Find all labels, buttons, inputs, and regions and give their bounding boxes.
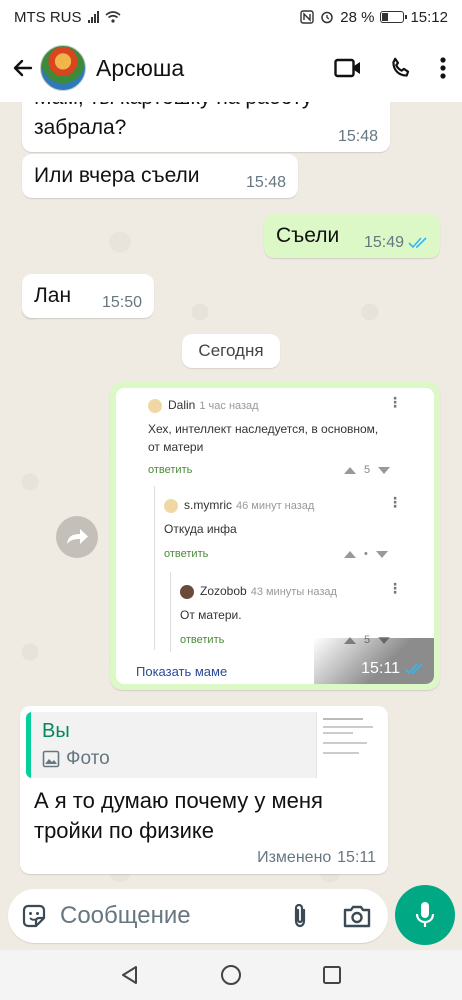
comment-kebab-icon: ⋮ [388, 580, 402, 596]
comment-screenshot-image[interactable]: Dalin 1 час назад ⋮ Хех, интеллект наслед… [116, 388, 434, 684]
phone-call-icon[interactable] [388, 55, 414, 81]
message-time: 15:48 [337, 128, 378, 145]
date-divider-chip: Сегодня [182, 334, 280, 368]
double-check-icon [408, 237, 427, 249]
comment-author: Zozobob [200, 584, 247, 598]
message-input[interactable]: Сообщение [8, 889, 388, 943]
comment-meta: 46 минут назад [236, 500, 315, 512]
message-incoming[interactable]: Лан 15:50 [22, 274, 154, 318]
back-button[interactable] [8, 53, 38, 83]
message-time: 15:50 [101, 294, 142, 311]
contact-name[interactable]: Арсюша [96, 55, 184, 82]
battery-icon [380, 11, 408, 23]
upvote-icon [344, 550, 356, 558]
message-placeholder: Сообщение [60, 902, 191, 929]
photo-icon [42, 750, 60, 768]
quote-type: Фото [66, 748, 110, 769]
quoted-message[interactable]: Вы Фото [26, 712, 382, 778]
chat-area[interactable]: Мам, ты картошку на работу забрала? 15:4… [0, 102, 462, 890]
vote-count: 5 [364, 464, 371, 476]
status-bar: MTS RUS 28 % 15:12 [0, 0, 462, 34]
attach-icon[interactable] [288, 902, 312, 930]
sticker-icon[interactable] [20, 902, 48, 930]
arrow-left-icon [13, 59, 33, 77]
signal-icon [87, 11, 99, 23]
double-check-icon [404, 663, 423, 675]
carrier-label: MTS RUS [14, 8, 82, 26]
forward-icon [67, 529, 88, 544]
show-more-link: Показать маме [136, 664, 228, 679]
alarm-icon [321, 11, 333, 24]
comment-author: s.mymric [184, 498, 232, 512]
camera-icon[interactable] [342, 903, 372, 929]
message-time: 15:11 [337, 849, 376, 866]
message-incoming[interactable]: Или вчера съели 15:48 [22, 154, 298, 198]
comment-text: Откуда инфа [164, 522, 237, 536]
quote-accent-bar [26, 712, 31, 778]
comment-reply-link: ответить [164, 548, 209, 560]
vote-count: • [364, 548, 368, 560]
message-text: тройки по физике [34, 818, 214, 843]
image-message-outgoing[interactable]: Dalin 1 час назад ⋮ Хех, интеллект наслед… [110, 382, 440, 690]
comment-kebab-icon: ⋮ [388, 394, 402, 410]
comment-reply-link: ответить [180, 634, 225, 646]
video-call-icon[interactable] [334, 57, 362, 79]
clock: 15:12 [410, 8, 448, 26]
message-text: Съели [276, 224, 340, 247]
message-incoming[interactable]: Мам, ты картошку на работу забрала? 15:4… [22, 102, 390, 152]
message-time: 15:49 [363, 234, 404, 251]
comment-votes: • [344, 548, 388, 560]
battery-percent: 28 % [340, 8, 375, 26]
voice-record-button[interactable] [395, 885, 455, 945]
edited-label: Изменено [257, 849, 332, 866]
commenter-avatar [180, 585, 194, 599]
menu-kebab-icon[interactable] [440, 56, 446, 80]
nav-recents-icon[interactable] [321, 964, 343, 986]
comment-text: от матери [148, 440, 204, 454]
message-text: Мам, ты картошку на работу [34, 102, 312, 110]
quote-thumbnail [316, 712, 382, 778]
message-text: А я то думаю почему у меня [34, 788, 323, 813]
system-navigation-bar [0, 950, 462, 1000]
nav-back-icon[interactable] [119, 964, 141, 986]
message-time: 15:48 [245, 174, 286, 191]
nfc-icon [300, 10, 314, 24]
comment-kebab-icon: ⋮ [388, 494, 402, 510]
downvote-icon [375, 550, 388, 558]
comment-reply-link: ответить [148, 464, 193, 476]
downvote-icon [378, 466, 391, 474]
upvote-icon [344, 466, 356, 474]
message-text: забрала? [34, 116, 127, 139]
contact-avatar[interactable] [40, 45, 86, 91]
comment-meta: 1 час назад [199, 400, 259, 412]
comment-author: Dalin [168, 398, 196, 412]
comment-votes: 5 [344, 464, 391, 476]
comment-text: От матери. [180, 608, 242, 622]
composer-bar: Сообщение [0, 885, 462, 947]
comment-text: Хех, интеллект наследуется, в основном, [148, 422, 379, 436]
forward-button[interactable] [56, 516, 98, 558]
wifi-icon [104, 11, 121, 23]
thread-line [154, 486, 155, 650]
commenter-avatar [148, 399, 162, 413]
commenter-avatar [164, 499, 178, 513]
comment-meta: 43 минуты назад [250, 586, 337, 598]
nav-home-icon[interactable] [220, 964, 242, 986]
message-text: Лан [34, 284, 72, 307]
message-outgoing[interactable]: Съели 15:49 [264, 214, 440, 258]
quote-author: Вы [42, 720, 70, 742]
microphone-icon [415, 902, 435, 927]
chat-header: Арсюша [0, 34, 462, 102]
message-incoming-reply[interactable]: Вы Фото А я то думаю почему у меня тройк… [20, 706, 388, 874]
message-time: 15:11 [361, 660, 400, 677]
message-text: Или вчера съели [34, 164, 200, 187]
thread-line [170, 572, 171, 652]
